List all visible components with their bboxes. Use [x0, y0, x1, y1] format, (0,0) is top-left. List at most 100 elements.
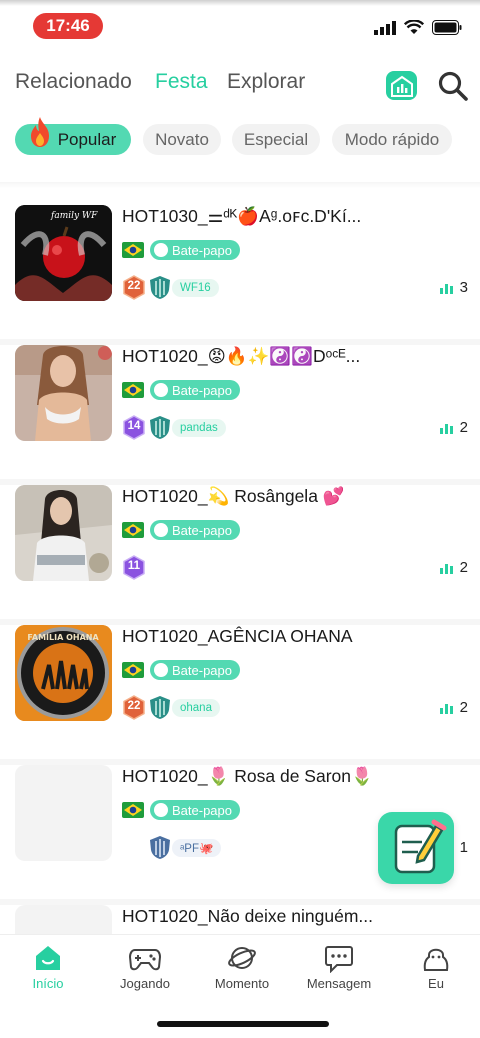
chat-bubble-icon	[154, 383, 168, 397]
cover-caption: family WF	[50, 211, 98, 221]
listener-count: 2	[439, 699, 468, 716]
chip-novato[interactable]: Novato	[143, 124, 221, 155]
listener-number: 3	[459, 279, 468, 296]
room-item[interactable]: FAMÍLIA OHANA HOT1020_AGÊNCIA OHANA Bate…	[0, 625, 480, 765]
family-shield-icon	[150, 416, 170, 439]
category-tag-label: Bate-papo	[172, 382, 232, 398]
family-shield-icon	[150, 836, 170, 859]
planet-icon	[228, 947, 256, 969]
search-button[interactable]	[437, 70, 469, 102]
chat-bubble-icon	[154, 663, 168, 677]
family-tag: ᵃPF🐙	[172, 839, 222, 857]
category-tag: Bate-papo	[150, 660, 240, 680]
brazil-flag-icon	[122, 382, 144, 398]
level-number: 11	[127, 560, 141, 572]
category-tag-label: Bate-papo	[172, 522, 232, 538]
create-room-button[interactable]	[378, 812, 454, 884]
nav-jogando[interactable]: Jogando	[100, 943, 190, 999]
level-badge: 11	[122, 555, 146, 580]
chip-popular-label: Popular	[57, 129, 117, 149]
filter-chips: Popular Novato Especial Modo rápido	[0, 124, 480, 156]
notepad-pen-icon	[394, 819, 447, 874]
room-title: HOT1020_Não deixe ninguém...	[122, 906, 373, 926]
room-cover: FAMÍLIA OHANA	[15, 625, 112, 721]
category-tag-label: Bate-papo	[172, 242, 232, 258]
familia-ohana-logo-image: FAMÍLIA OHANA	[15, 625, 112, 721]
tab-festa[interactable]: Festa	[155, 70, 208, 94]
listener-number: 2	[459, 559, 468, 576]
audio-bars-icon	[439, 563, 453, 574]
status-icons	[374, 20, 462, 35]
tab-relacionado[interactable]: Relacionado	[15, 70, 132, 94]
gamepad-icon	[129, 949, 161, 971]
category-tag: Bate-papo	[150, 380, 240, 400]
room-cover-placeholder	[15, 765, 112, 861]
listener-count: 2	[439, 419, 468, 436]
brazil-flag-icon	[122, 662, 144, 678]
fire-icon	[31, 117, 49, 147]
house-chart-icon	[390, 75, 413, 97]
message-icon	[325, 946, 353, 973]
nav-label: Momento	[214, 976, 270, 991]
status-time: 17:46	[33, 13, 103, 39]
level-badge: 14	[122, 415, 146, 440]
family-shield-icon	[150, 696, 170, 719]
room-item[interactable]: HOT1020_😡🔥✨☯️☯️Dᵒᶜᴱ... Bate-papo 14 pand…	[0, 345, 480, 485]
profile-icon	[423, 948, 449, 971]
nav-label: Mensagem	[306, 976, 372, 991]
category-tag: Bate-papo	[150, 240, 240, 260]
family-shield-icon	[150, 276, 170, 299]
chat-bubble-icon	[154, 523, 168, 537]
audio-bars-icon	[439, 703, 453, 714]
family-tag: ohana	[172, 699, 220, 717]
brazil-flag-icon	[122, 242, 144, 258]
room-item[interactable]: family WF HOT1030_⚌ᵈᴷ🍎Aᵍ.ᴏꜰᴄ.D'Kí... Bat…	[0, 205, 480, 345]
room-title: HOT1020_🌷 Rosa de Saron🌷	[122, 766, 373, 786]
category-tag: Bate-papo	[150, 520, 240, 540]
listener-number: 2	[459, 699, 468, 716]
signal-icon	[374, 20, 396, 35]
list-top-divider	[0, 182, 480, 188]
level-number: 22	[127, 280, 141, 292]
nav-label: Eu	[428, 976, 444, 991]
home-indicator	[157, 1021, 329, 1027]
nav-eu[interactable]: Eu	[391, 943, 480, 999]
cover-caption: FAMÍLIA OHANA	[27, 631, 99, 642]
chat-bubble-icon	[154, 243, 168, 257]
live-rooms-button[interactable]	[386, 71, 417, 100]
category-tag-label: Bate-papo	[172, 802, 232, 818]
room-cover: family WF	[15, 205, 112, 301]
level-number: 22	[127, 700, 141, 712]
chip-especial[interactable]: Especial	[232, 124, 320, 155]
category-tag-label: Bate-papo	[172, 662, 232, 678]
nav-inicio[interactable]: Início	[3, 943, 93, 999]
listener-number: 2	[459, 419, 468, 436]
room-cover	[15, 345, 112, 441]
audio-bars-icon	[439, 283, 453, 294]
level-badge: 22	[122, 275, 146, 300]
brazil-flag-icon	[122, 522, 144, 538]
chip-modo-rapido[interactable]: Modo rápido	[332, 124, 452, 155]
level-badge: 22	[122, 695, 146, 720]
chat-bubble-icon	[154, 803, 168, 817]
battery-icon	[432, 20, 462, 35]
nav-momento[interactable]: Momento	[197, 943, 287, 999]
room-title: HOT1020_💫 Rosângela 💕	[122, 486, 345, 506]
nav-mensagem[interactable]: Mensagem	[294, 943, 384, 999]
woman-photo-image	[15, 345, 112, 441]
room-item[interactable]: HOT1020_💫 Rosângela 💕 Bate-papo 11 2	[0, 485, 480, 625]
room-title: HOT1020_😡🔥✨☯️☯️Dᵒᶜᴱ...	[122, 346, 361, 366]
wifi-icon	[404, 20, 424, 34]
room-title: HOT1030_⚌ᵈᴷ🍎Aᵍ.ᴏꜰᴄ.D'Kí...	[122, 206, 362, 226]
listener-number: 1	[459, 839, 468, 856]
search-icon	[438, 71, 468, 101]
audio-bars-icon	[439, 423, 453, 434]
level-number: 14	[127, 420, 141, 432]
nav-label: Início	[32, 976, 64, 991]
tab-explorar[interactable]: Explorar	[227, 70, 305, 94]
room-title: HOT1020_AGÊNCIA OHANA	[122, 626, 353, 646]
nav-label: Jogando	[120, 976, 170, 991]
woman-photo-image	[15, 485, 112, 581]
brazil-flag-icon	[122, 802, 144, 818]
home-icon	[36, 946, 60, 970]
